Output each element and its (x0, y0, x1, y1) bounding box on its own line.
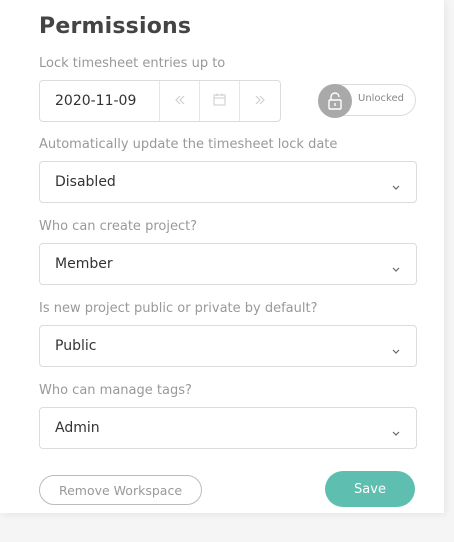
create-project-select[interactable]: Member (39, 243, 417, 285)
manage-tags-label: Who can manage tags? (39, 383, 192, 398)
previous-date-button[interactable] (160, 81, 200, 121)
manage-tags-value: Admin (55, 420, 100, 436)
calendar-button[interactable] (200, 81, 240, 121)
auto-update-value: Disabled (55, 174, 116, 190)
auto-update-label: Automatically update the timesheet lock … (39, 137, 338, 152)
chevron-down-icon (391, 177, 401, 196)
save-button[interactable]: Save (325, 471, 415, 507)
page-title: Permissions (39, 14, 192, 39)
create-project-value: Member (55, 256, 113, 272)
chevron-down-icon (391, 259, 401, 278)
project-visibility-select[interactable]: Public (39, 325, 417, 367)
lock-date-input[interactable]: 2020-11-09 (40, 81, 160, 121)
chevron-down-icon (391, 341, 401, 360)
manage-tags-select[interactable]: Admin (39, 407, 417, 449)
double-chevron-right-icon (254, 93, 266, 109)
lock-toggle-label: Unlocked (358, 93, 404, 104)
unlock-icon (318, 84, 352, 118)
create-project-label: Who can create project? (39, 219, 198, 234)
next-date-button[interactable] (240, 81, 280, 121)
chevron-down-icon (391, 423, 401, 442)
calendar-icon (213, 93, 226, 110)
permissions-card: Permissions Lock timesheet entries up to… (0, 0, 444, 513)
project-visibility-label: Is new project public or private by defa… (39, 301, 318, 316)
project-visibility-value: Public (55, 338, 97, 354)
auto-update-select[interactable]: Disabled (39, 161, 417, 203)
lock-toggle[interactable]: Unlocked (318, 84, 416, 118)
double-chevron-left-icon (174, 93, 186, 109)
remove-workspace-button[interactable]: Remove Workspace (39, 475, 202, 505)
lock-date-label: Lock timesheet entries up to (39, 56, 226, 71)
lock-date-picker: 2020-11-09 (39, 80, 281, 122)
